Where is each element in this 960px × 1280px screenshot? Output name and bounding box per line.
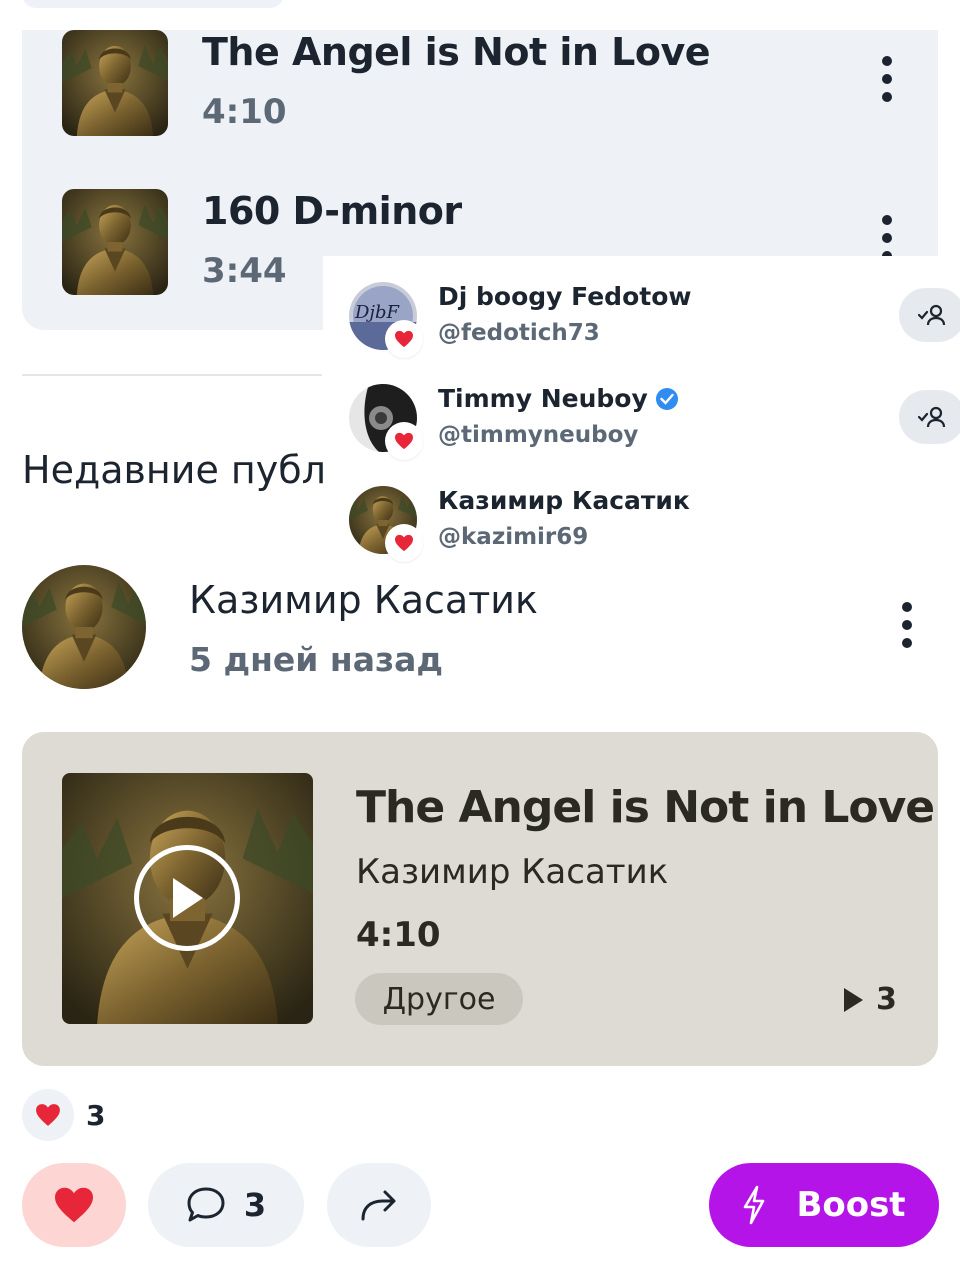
liker-item[interactable]: Timmy Neuboy @timmyneuboy [349, 384, 960, 464]
track-menu-icon[interactable] [877, 215, 897, 261]
player-artist[interactable]: Казимир Касатик [356, 852, 668, 892]
heart-icon [55, 1187, 93, 1223]
track-title: The Angel is Not in Love [202, 30, 711, 74]
author-avatar[interactable] [22, 565, 146, 689]
likes-count: 3 [86, 1098, 106, 1132]
likers-popup: DjbF Dj boogy Fedotow @fedotich73 Timmy … [323, 256, 960, 562]
like-button[interactable] [22, 1163, 126, 1247]
top-pill [22, 0, 284, 8]
heart-badge-icon [385, 320, 423, 358]
followed-user-icon [918, 406, 946, 428]
audio-player-card[interactable]: The Angel is Not in Love Казимир Касатик… [22, 732, 938, 1066]
track-menu-icon[interactable] [877, 56, 897, 102]
likes-summary[interactable]: 3 [22, 1089, 105, 1141]
section-title: Недавние публикации [22, 448, 324, 492]
track-cover [62, 189, 168, 295]
followed-user-icon [918, 304, 946, 326]
play-count: 3 [842, 982, 897, 1017]
player-duration: 4:10 [356, 915, 441, 955]
play-button[interactable] [134, 845, 240, 951]
play-count-icon [844, 987, 863, 1012]
comments-count: 3 [243, 1186, 267, 1224]
liker-handle: @kazimir69 [438, 524, 589, 550]
lightning-icon [744, 1185, 765, 1225]
followed-user-button[interactable] [899, 288, 960, 342]
track-title: 160 D-minor [202, 189, 462, 233]
avatar-text: DjbF [354, 302, 401, 323]
divider [22, 374, 322, 376]
track-duration: 4:10 [202, 92, 287, 132]
boost-button[interactable]: Boost [709, 1163, 939, 1247]
track-cover [62, 30, 168, 136]
comment-button[interactable]: 3 [148, 1163, 304, 1247]
liker-item[interactable]: DjbF Dj boogy Fedotow @fedotich73 [349, 282, 960, 362]
verified-badge-icon [655, 387, 678, 410]
liker-name: Timmy Neuboy [438, 384, 678, 413]
player-cover [62, 773, 313, 1024]
post-timestamp: 5 дней назад [189, 640, 444, 679]
post-menu-icon[interactable] [897, 602, 917, 648]
track-row[interactable]: The Angel is Not in Love 4:10 [62, 30, 902, 140]
boost-label: Boost [796, 1185, 906, 1225]
liker-name: Казимир Касатик [438, 486, 690, 515]
player-title: The Angel is Not in Love [356, 782, 935, 833]
followed-user-button[interactable] [899, 390, 960, 444]
liker-item[interactable]: Казимир Касатик @kazimir69 [349, 486, 939, 566]
liker-handle: @timmyneuboy [438, 422, 639, 448]
comment-icon [187, 1187, 225, 1222]
play-icon [173, 878, 203, 918]
heart-badge-icon [385, 524, 423, 562]
track-duration: 3:44 [202, 251, 287, 291]
heart-badge-icon [385, 422, 423, 460]
genre-tag[interactable]: Другое [355, 973, 523, 1025]
liker-handle: @fedotich73 [438, 320, 600, 346]
heart-icon [22, 1089, 74, 1141]
share-arrow-icon [361, 1190, 396, 1221]
author-name[interactable]: Казимир Касатик [189, 578, 538, 622]
liker-name: Dj boogy Fedotow [438, 282, 692, 311]
share-button[interactable] [327, 1163, 431, 1247]
